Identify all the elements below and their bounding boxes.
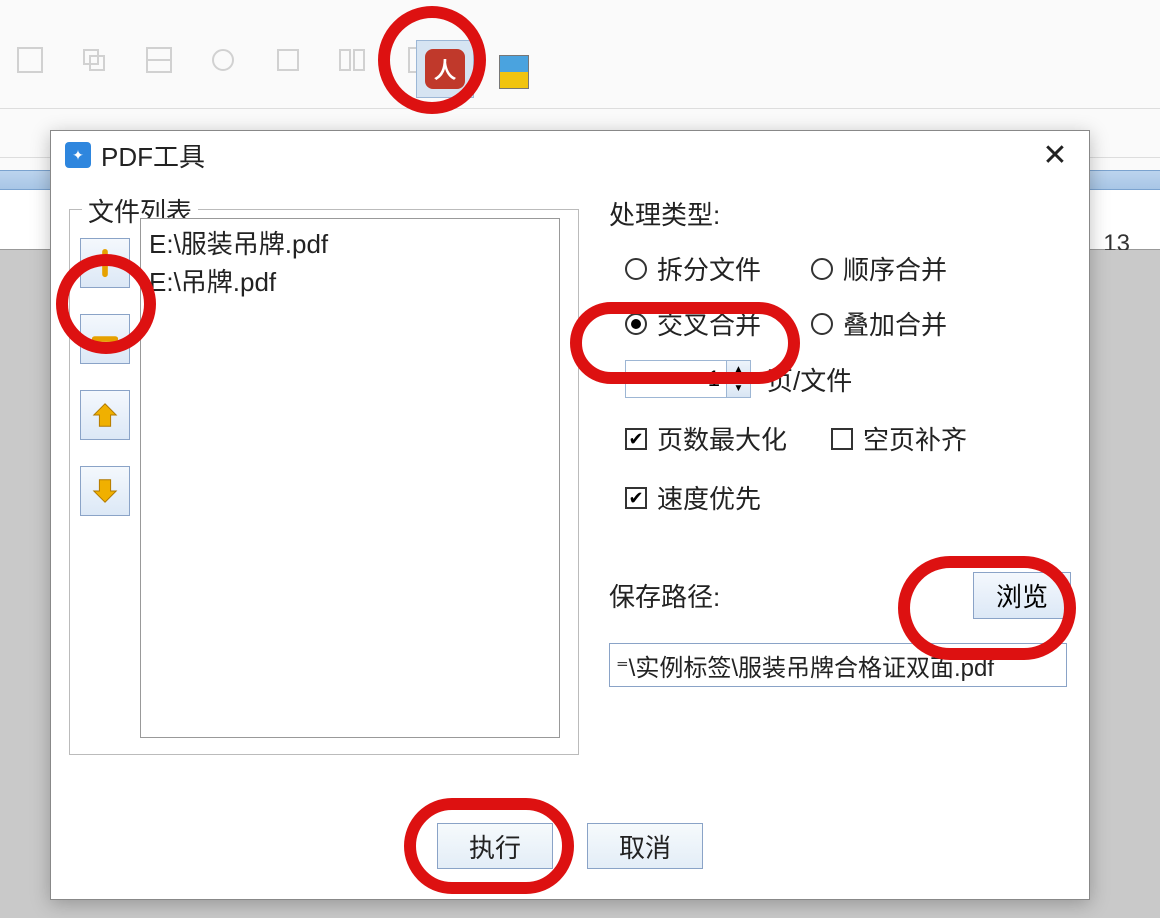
radio-label: 叠加合并 (843, 305, 947, 342)
checkbox-blank-fill[interactable]: 空页补齐 (831, 420, 967, 457)
save-path-field[interactable]: ⁼\实例标签\服装吊牌合格证双面.pdf (609, 643, 1067, 687)
radio-icon (811, 258, 833, 280)
checkbox-icon (831, 428, 853, 450)
remove-file-button[interactable] (80, 314, 130, 364)
checkbox-max-pages[interactable]: 页数最大化 (625, 420, 787, 457)
checkbox-label: 页数最大化 (657, 420, 787, 457)
add-file-button[interactable] (80, 238, 130, 288)
radio-seq-merge[interactable]: 顺序合并 (811, 250, 947, 287)
checkbox-icon (625, 487, 647, 509)
radio-label: 拆分文件 (657, 250, 761, 287)
radio-cross-merge[interactable]: 交叉合并 (625, 305, 761, 342)
move-down-button[interactable] (80, 466, 130, 516)
spinner-up[interactable]: ▲ (726, 361, 750, 380)
spinner-down[interactable]: ▼ (726, 380, 750, 398)
options-panel: 处理类型: 拆分文件 顺序合并 交叉合并 叠加合并 (609, 195, 1071, 687)
pdf-tool-button[interactable]: 人 (416, 40, 474, 98)
arrow-down-icon (90, 476, 120, 506)
pdf-tool-dialog: PDF工具 ✕ 文件列表 E:\服装吊牌.pdf (50, 130, 1090, 900)
arrow-up-icon (90, 400, 120, 430)
tool-palette-button[interactable] (494, 52, 534, 92)
checkbox-speed-first[interactable]: 速度优先 (625, 479, 761, 516)
pdf-icon: 人 (425, 49, 465, 89)
radio-overlay-merge[interactable]: 叠加合并 (811, 305, 947, 342)
tool-generic-6[interactable] (332, 40, 372, 80)
dialog-icon (65, 142, 91, 168)
radio-icon (811, 313, 833, 335)
pages-unit-label: 页/文件 (767, 361, 852, 398)
file-list-box[interactable]: E:\服装吊牌.pdf E:\吊牌.pdf (140, 218, 560, 738)
dialog-title: PDF工具 (101, 137, 205, 174)
save-path-label: 保存路径: (609, 577, 720, 614)
tool-generic-3[interactable] (139, 40, 179, 80)
tool-generic-2[interactable] (74, 40, 114, 80)
radio-split[interactable]: 拆分文件 (625, 250, 761, 287)
main-toolbar (0, 34, 1160, 94)
process-type-label: 处理类型: (609, 195, 1071, 232)
minus-icon (90, 324, 120, 354)
pages-input[interactable] (626, 361, 726, 397)
radio-label: 交叉合并 (657, 305, 761, 342)
browse-button[interactable]: 浏览 (973, 572, 1071, 619)
checkbox-label: 空页补齐 (863, 420, 967, 457)
radio-icon (625, 258, 647, 280)
checkbox-label: 速度优先 (657, 479, 761, 516)
execute-button[interactable]: 执行 (437, 823, 553, 869)
move-up-button[interactable] (80, 390, 130, 440)
tool-generic-1[interactable] (10, 40, 50, 80)
tool-generic-4[interactable] (203, 40, 243, 80)
pages-spinner[interactable]: ▲ ▼ (625, 360, 751, 398)
checkbox-icon (625, 428, 647, 450)
radio-icon (625, 313, 647, 335)
tool-generic-5[interactable] (268, 40, 308, 80)
dialog-titlebar: PDF工具 ✕ (51, 131, 1089, 179)
plus-icon (90, 248, 120, 278)
radio-label: 顺序合并 (843, 250, 947, 287)
list-item[interactable]: E:\吊牌.pdf (149, 263, 551, 301)
cancel-button[interactable]: 取消 (587, 823, 703, 869)
close-button[interactable]: ✕ (1035, 135, 1075, 175)
file-list-group: 文件列表 E:\服装吊牌.pdf E:\吊牌.pdf (69, 209, 579, 755)
list-item[interactable]: E:\服装吊牌.pdf (149, 225, 551, 263)
